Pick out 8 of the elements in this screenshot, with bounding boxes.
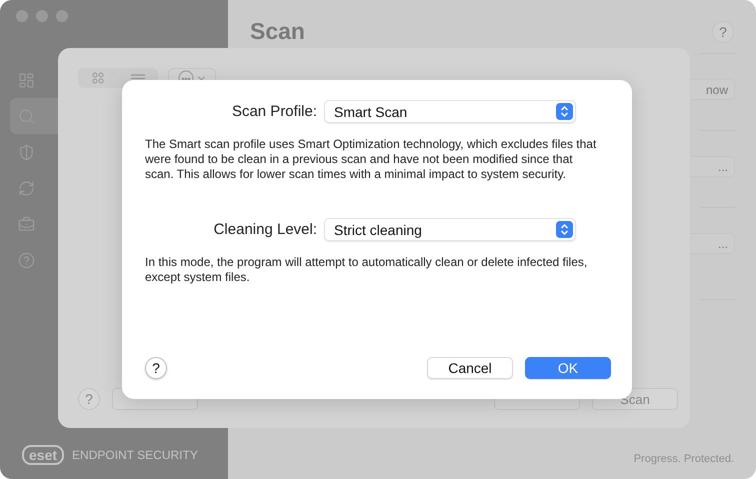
logo: eset: [22, 445, 64, 465]
description-text: In this mode, the program will attempt to automatically clean or delete infected files, except system files.: [145, 255, 588, 285]
product-name: ENDPOINT SECURITY: [72, 448, 198, 462]
tagline: Progress. Protected.: [634, 453, 734, 465]
description-text: The Smart scan profile uses Smart Optimization technology, which excludes files that were found to be clean in a previous scan and have not been modified since that scan. This allows for lower scan times with a minimal impact to system security.: [145, 137, 597, 182]
field-label: Scan Profile:: [230, 103, 317, 120]
field-label: Cleaning Level:: [212, 221, 317, 238]
page-title: Scan: [250, 18, 305, 45]
